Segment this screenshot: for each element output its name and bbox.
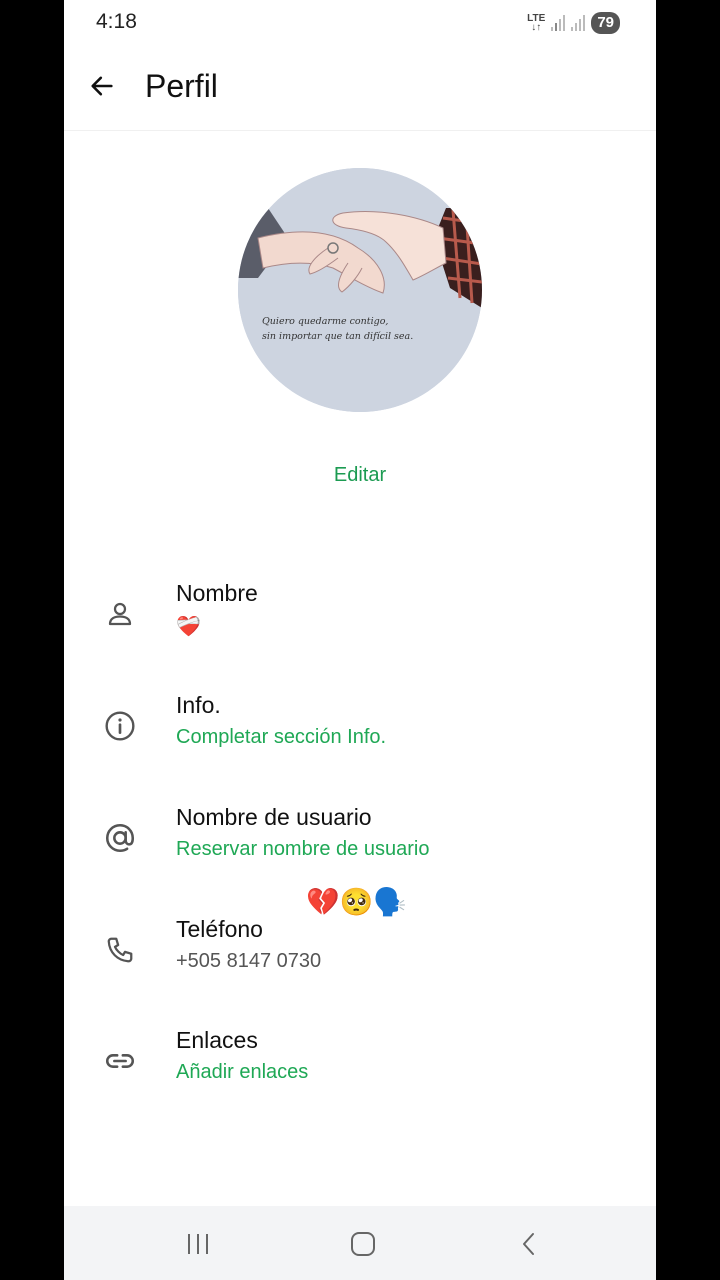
info-value: Completar sección Info.	[176, 726, 387, 748]
status-indicators: LTE ↓↑ 79	[527, 12, 620, 34]
recents-icon	[188, 1234, 208, 1254]
back-chevron-icon	[523, 1233, 534, 1255]
status-time: 4:18	[96, 10, 137, 33]
home-icon	[351, 1232, 375, 1256]
row-links[interactable]: Enlaces Añadir enlaces	[64, 1027, 656, 1117]
profile-screen: 4:18 LTE ↓↑ 79 Perfil Quiero quedarme co…	[64, 0, 656, 1280]
phone-icon	[100, 930, 140, 970]
phone-label: Teléfono	[176, 916, 263, 942]
link-icon	[100, 1041, 140, 1081]
battery-indicator: 79	[591, 12, 620, 34]
status-bar: 4:18 LTE ↓↑ 79	[64, 0, 656, 48]
system-nav-bar	[64, 1206, 656, 1280]
profile-photo-image	[238, 168, 482, 412]
person-icon	[100, 594, 140, 634]
name-value: ❤️‍🩹	[176, 616, 201, 638]
links-value: Añadir enlaces	[176, 1061, 309, 1083]
profile-photo[interactable]: Quiero quedarme contigo, sin importar qu…	[238, 168, 482, 412]
phone-emoji-decoration: 💔🥺🗣️	[306, 887, 407, 917]
at-icon	[100, 818, 140, 858]
phone-value: +505 8147 0730	[176, 950, 322, 972]
info-label: Info.	[176, 692, 221, 718]
row-info[interactable]: Info. Completar sección Info.	[64, 692, 656, 782]
info-icon	[100, 706, 140, 746]
edit-photo-link[interactable]: Editar	[64, 464, 656, 487]
username-value: Reservar nombre de usuario	[176, 838, 430, 860]
signal-strength-icon	[551, 15, 566, 31]
home-button[interactable]	[333, 1224, 393, 1264]
username-label: Nombre de usuario	[176, 804, 372, 830]
recents-button[interactable]	[168, 1224, 228, 1264]
nav-back-button[interactable]	[499, 1224, 559, 1264]
row-name[interactable]: Nombre ❤️‍🩹	[64, 580, 656, 670]
links-label: Enlaces	[176, 1027, 258, 1053]
name-label: Nombre	[176, 580, 258, 606]
back-button[interactable]	[86, 70, 118, 102]
row-username[interactable]: Nombre de usuario Reservar nombre de usu…	[64, 804, 656, 894]
arrow-left-icon	[91, 76, 113, 96]
profile-photo-quote: Quiero quedarme contigo, sin importar qu…	[262, 316, 414, 342]
lte-icon: LTE ↓↑	[527, 13, 546, 33]
signal-strength-icon-2	[571, 15, 586, 31]
page-title: Perfil	[145, 68, 218, 104]
row-phone[interactable]: Teléfono 💔🥺🗣️ +505 8147 0730	[64, 887, 656, 1006]
app-header: Perfil	[64, 48, 656, 131]
